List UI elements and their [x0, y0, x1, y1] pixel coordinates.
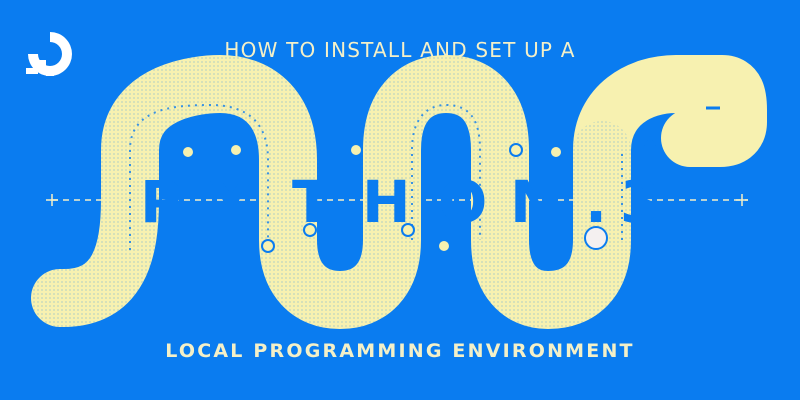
arrow-up-icon [644, 136, 656, 170]
plus-icon [46, 194, 58, 206]
wordmark-letter: . [585, 168, 607, 236]
wordmark-letter: O [438, 168, 487, 236]
wordmark-letter: Y [209, 168, 253, 236]
wordmark-letter: P [140, 168, 183, 236]
wordmark-letter: N [510, 168, 559, 236]
page-subtitle: LOCAL PROGRAMMING ENVIRONMENT [165, 340, 635, 362]
plus-icon [736, 194, 748, 206]
banner: HOW TO INSTALL AND SET UP A P Y T H O N … [0, 0, 800, 400]
wordmark-letter: 3 [620, 168, 660, 236]
